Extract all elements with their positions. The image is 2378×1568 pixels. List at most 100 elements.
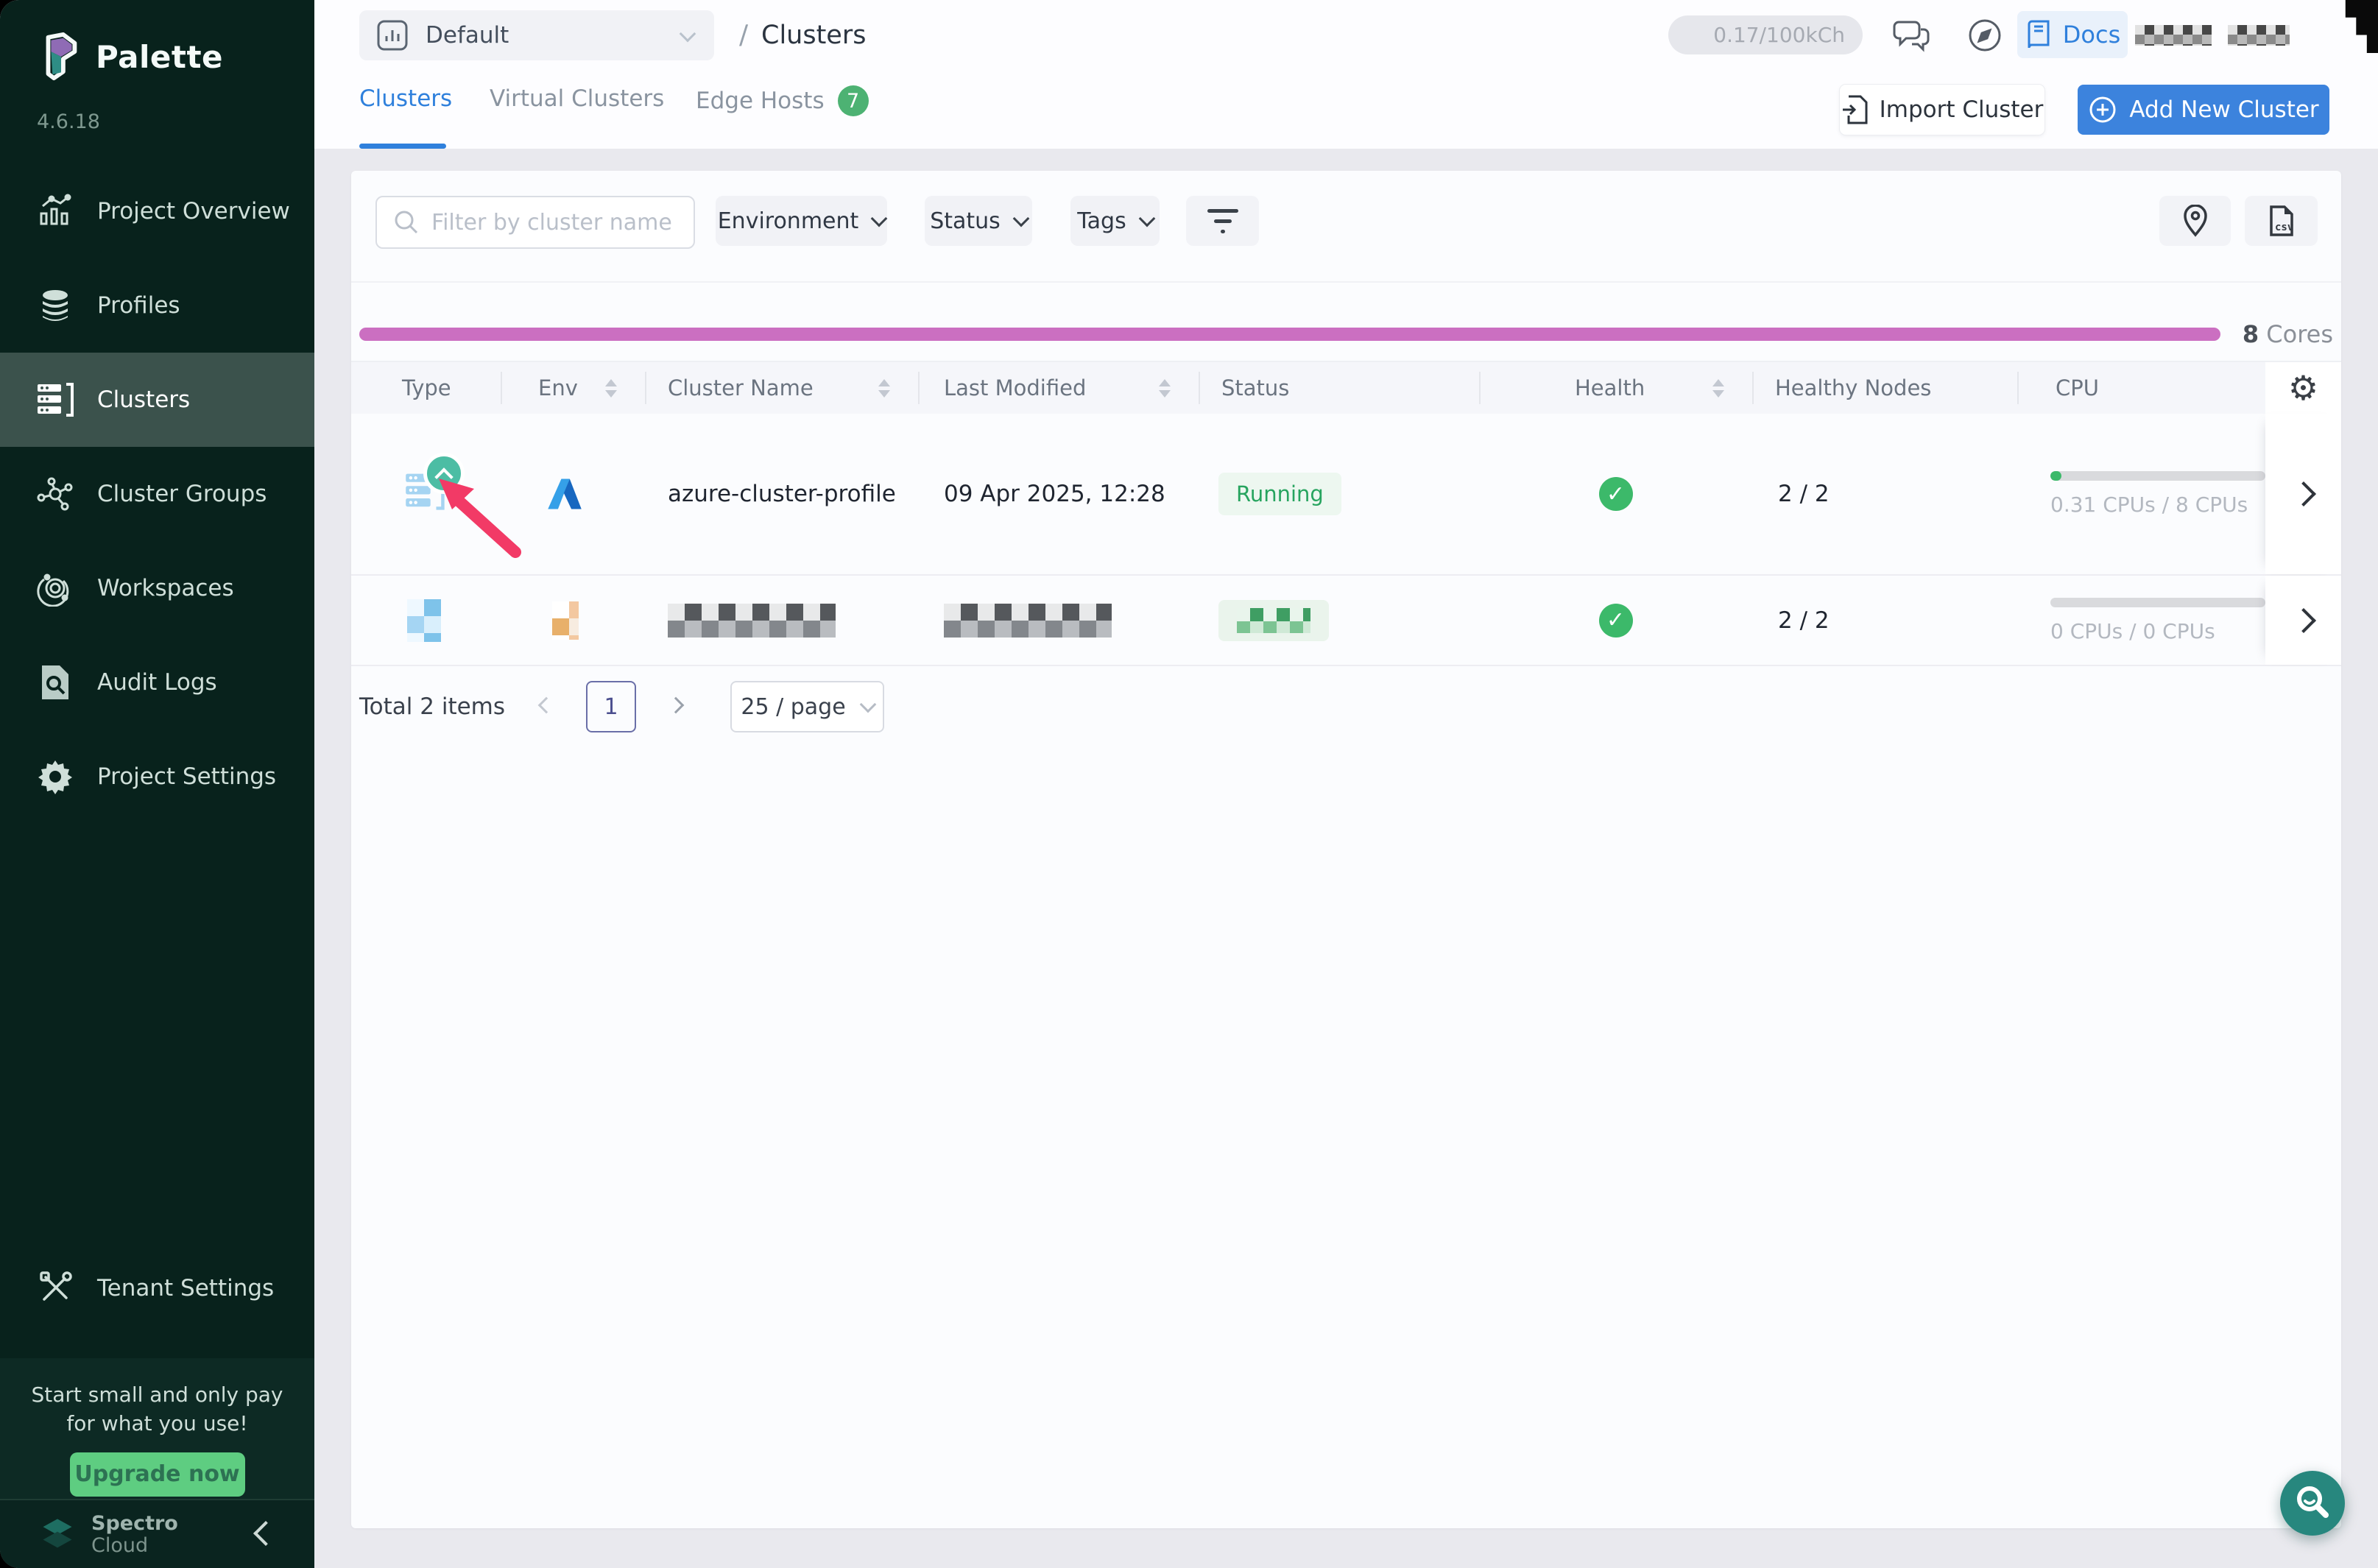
cell-env [501,576,645,665]
status-badge: Running [1218,473,1341,515]
promo-text-line2: for what you use! [0,1409,314,1438]
redacted-username-block [2228,25,2290,46]
cluster-profile-type-icon [404,470,453,518]
page-size-select[interactable]: 25 / page [730,681,884,732]
environment-filter-dropdown[interactable]: Environment [716,196,887,246]
sidebar-item-label: Clusters [97,386,190,413]
column-header-cluster-name[interactable]: Cluster Name [645,362,918,414]
chevron-down-icon [1012,211,1029,227]
usage-counter-badge: 0.17/100kCh [1668,15,1863,54]
cell-healthy-nodes: 2 / 2 [1752,414,2017,574]
filter-lines-icon [1207,209,1238,233]
redacted-username[interactable] [2135,25,2290,46]
status-filter-dropdown[interactable]: Status [925,196,1032,246]
column-header-env[interactable]: Env [501,362,645,414]
project-settings-gear-icon [35,757,75,797]
breadcrumb-separator: / [739,20,748,50]
search-input[interactable] [430,209,676,236]
column-header-health[interactable]: Health [1479,362,1752,414]
column-header-last-modified[interactable]: Last Modified [918,362,1199,414]
audit-logs-icon [35,663,75,702]
project-selector[interactable]: Default [359,10,714,60]
tab-label: Edge Hosts [696,88,825,114]
brand-bar: Spectro Cloud [0,1499,314,1568]
sidebar-item-profiles[interactable]: Profiles [0,258,314,353]
status-filter-label: Status [930,208,1001,234]
upgrade-now-button[interactable]: Upgrade now [70,1452,245,1497]
pagination-prev-button[interactable] [540,699,552,714]
redacted-status-badge [1218,600,1329,641]
sidebar-tenant-section: Tenant Settings [0,1241,314,1335]
map-view-button[interactable] [2159,196,2231,246]
cell-cluster-name[interactable]: azure-cluster-profile [645,414,918,574]
sidebar-item-cluster-groups[interactable]: Cluster Groups [0,447,314,541]
pagination-next-button[interactable] [670,699,682,714]
app-version: 4.6.18 [37,110,100,133]
chat-icon[interactable] [1893,16,1931,54]
cell-cpu: 0 CPUs / 0 CPUs [2017,576,2265,665]
add-new-cluster-button[interactable]: Add New Cluster [2078,85,2329,135]
cpu-usage-bar [2050,598,2265,607]
clusters-card: Environment Status Tags [351,171,2341,1528]
export-csv-button[interactable]: csv [2245,196,2318,246]
cell-cpu: 0.31 CPUs / 8 CPUs [2017,414,2265,574]
sidebar-item-project-overview[interactable]: Project Overview [0,164,314,258]
search-icon [393,209,420,236]
row-expand-button[interactable] [2265,414,2341,574]
tab-virtual-clusters[interactable]: Virtual Clusters [490,85,664,112]
palette-logo-icon [41,32,80,81]
sidebar-nav: Project Overview Profiles [0,164,314,824]
tags-filter-dropdown[interactable]: Tags [1070,196,1160,246]
pagination-page-1[interactable]: 1 [586,681,636,732]
csv-file-icon: csv [2267,204,2296,238]
cell-health: ✓ [1479,414,1752,574]
sidebar-item-clusters[interactable]: Clusters [0,353,314,447]
content-area: Environment Status Tags [314,149,2378,1568]
sidebar: Palette 4.6.18 Project Overview [0,0,314,1568]
docs-button[interactable]: Docs [2017,11,2128,58]
row-expand-button[interactable] [2265,576,2341,665]
main-area: Default / Clusters 0.17/100kCh [314,0,2378,1568]
sort-icon[interactable] [1712,379,1724,398]
more-filters-button[interactable] [1186,196,1259,246]
sidebar-item-workspaces[interactable]: Workspaces [0,541,314,635]
palette-logo: Palette [41,32,223,81]
cell-type [351,414,501,574]
cell-cluster-name[interactable] [645,576,918,665]
column-header-type: Type [351,362,501,414]
brand-name-line1: Spectro [91,1513,178,1535]
sidebar-item-audit-logs[interactable]: Audit Logs [0,635,314,730]
table-row[interactable]: azure-cluster-profile 09 Apr 2025, 12:28… [351,414,2341,576]
project-dashboard-icon [375,18,409,52]
compass-icon[interactable] [1966,16,2004,54]
table-row[interactable]: ✓ 2 / 2 0 CPUs / 0 CPUs [351,576,2341,666]
support-search-fab[interactable] [2280,1471,2345,1536]
tab-clusters[interactable]: Clusters [359,85,452,112]
import-cluster-button[interactable]: Import Cluster [1840,85,2044,135]
tab-edge-hosts[interactable]: Edge Hosts 7 [696,85,869,116]
column-header-status: Status [1199,362,1479,414]
environment-filter-label: Environment [718,208,859,234]
sort-icon[interactable] [1159,379,1171,398]
cell-health: ✓ [1479,576,1752,665]
chevron-right-icon [2291,481,2316,506]
brand-name-line2: Cloud [91,1535,178,1557]
tabs-row: Clusters Virtual Clusters Edge Hosts 7 I… [314,71,2378,149]
sidebar-item-project-settings[interactable]: Project Settings [0,730,314,824]
sidebar-collapse-button[interactable] [257,1525,275,1545]
table-settings-gear-icon[interactable]: ⚙ [2288,368,2318,408]
sidebar-item-label: Audit Logs [97,669,217,696]
clusters-icon [35,380,75,420]
table-settings-cell[interactable]: ⚙ [2265,362,2341,414]
cell-env [501,414,645,574]
redacted-last-modified [944,604,1112,638]
cell-healthy-nodes: 2 / 2 [1752,576,2017,665]
sidebar-item-label: Project Overview [97,198,290,225]
cores-unit: Cores [2266,320,2333,348]
sidebar-item-tenant-settings[interactable]: Tenant Settings [0,1241,314,1335]
sort-icon[interactable] [878,379,890,398]
sort-icon[interactable] [605,379,617,398]
cell-last-modified [918,576,1199,665]
column-header-healthy-nodes: Healthy Nodes [1752,362,2017,414]
app-name: Palette [96,39,223,75]
